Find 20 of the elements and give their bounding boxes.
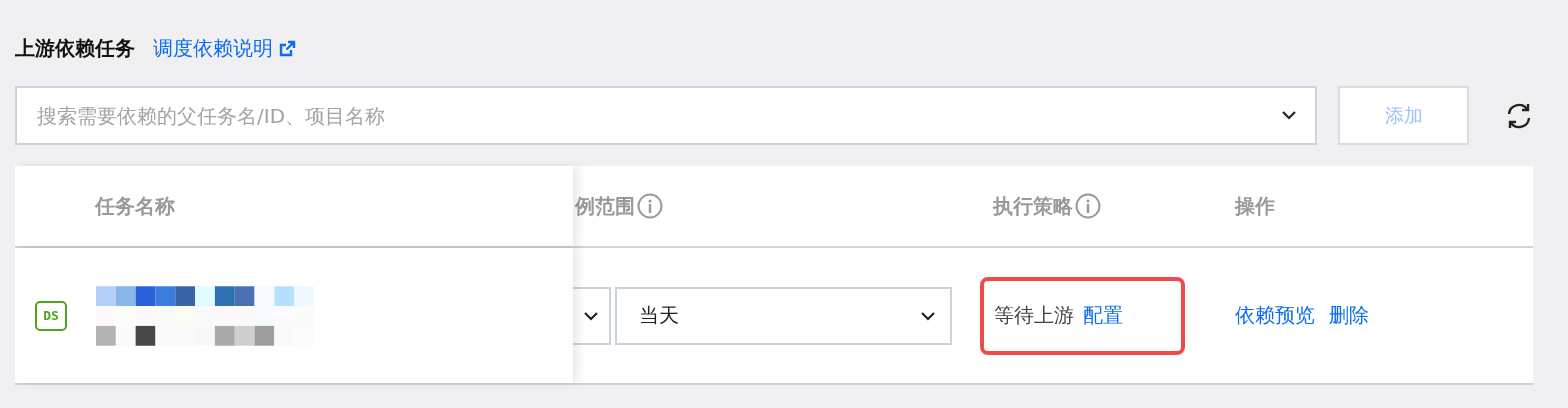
strategy-text: 等待上游 [994, 302, 1074, 329]
column-header: 执行策略 [993, 192, 1101, 220]
column-header: 例范围 [575, 192, 663, 220]
task-type-badge: DS [35, 300, 67, 331]
configure-link[interactable]: 配置 [1083, 302, 1123, 329]
info-icon[interactable] [637, 193, 663, 219]
external-link-icon [279, 39, 296, 57]
action-link[interactable]: 删除 [1329, 302, 1369, 329]
column-header: 任务名称 [95, 192, 175, 220]
column-header: 操作 [1235, 192, 1275, 220]
select-field[interactable] [573, 286, 611, 345]
info-icon[interactable] [1075, 193, 1101, 219]
action-link[interactable]: 依赖预览 [1235, 302, 1315, 329]
search-field[interactable]: 搜索需要依赖的父任务名/ID、项目名称 [15, 86, 1317, 145]
chevron-down-icon [583, 310, 599, 321]
help-link[interactable]: 调度依赖说明 [153, 34, 296, 62]
section-title: 上游依赖任务 [15, 34, 135, 62]
chevron-down-icon [1281, 110, 1297, 120]
chevron-down-icon [920, 310, 936, 321]
select-field[interactable]: 当天 [615, 286, 952, 345]
